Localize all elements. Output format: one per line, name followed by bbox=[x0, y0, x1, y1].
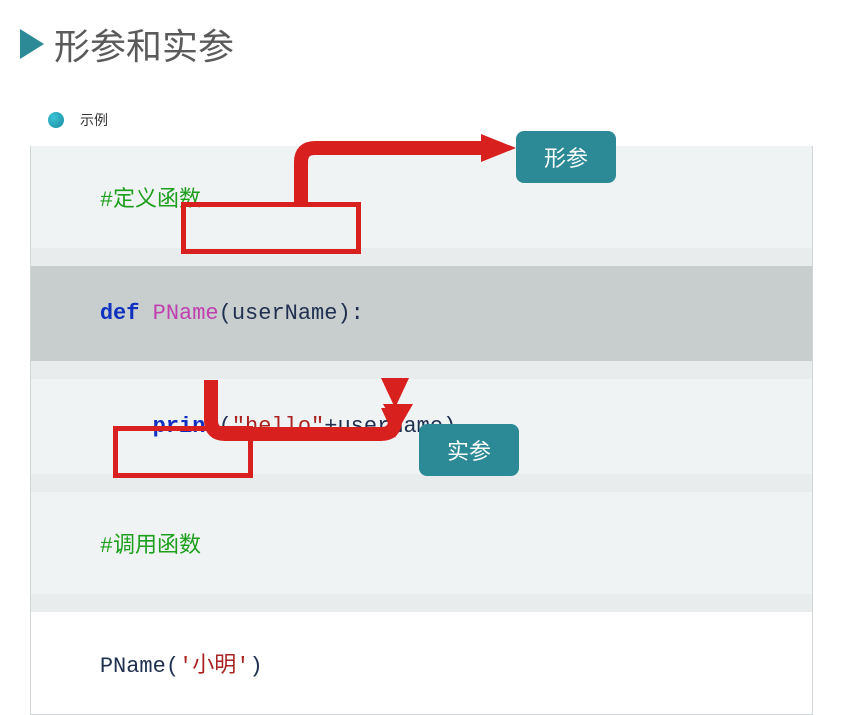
call-paren-close: ) bbox=[249, 654, 262, 679]
callout-actual-param: 实参 bbox=[419, 424, 519, 476]
bullet-dot-icon bbox=[48, 112, 64, 128]
paren-close: ) bbox=[337, 301, 350, 326]
subheader-label: 示例 bbox=[80, 110, 108, 130]
callout-label: 形参 bbox=[544, 146, 588, 171]
code-line-comment-call: #调用函数 bbox=[31, 492, 812, 594]
code-gap bbox=[31, 248, 812, 266]
code-gap bbox=[31, 361, 812, 379]
param-name: userName bbox=[232, 301, 338, 326]
slide-header: 形参和实参 bbox=[0, 0, 843, 80]
colon: : bbox=[351, 301, 364, 326]
triangle-icon bbox=[20, 29, 44, 59]
print-paren-open: ( bbox=[219, 414, 232, 439]
paren-open: ( bbox=[219, 301, 232, 326]
subheader: 示例 bbox=[0, 80, 843, 146]
call-name: PName bbox=[100, 654, 166, 679]
code-line-comment-define: #定义函数 bbox=[31, 146, 812, 248]
callout-formal-param: 形参 bbox=[516, 131, 616, 183]
indent bbox=[100, 414, 153, 439]
def-keyword: def bbox=[100, 301, 140, 326]
code-gap bbox=[31, 594, 812, 612]
slide-title: 形参和实参 bbox=[54, 18, 234, 70]
string-literal: "hello" bbox=[232, 414, 324, 439]
print-keyword: print bbox=[153, 414, 219, 439]
code-gap bbox=[31, 474, 812, 492]
func-name: PName bbox=[153, 301, 219, 326]
plus-op: + bbox=[324, 414, 337, 439]
comment-text: #定义函数 bbox=[100, 188, 201, 213]
call-paren-open: ( bbox=[166, 654, 179, 679]
call-arg: '小明' bbox=[179, 654, 249, 679]
code-block: #定义函数 def PName(userName): print("hello"… bbox=[30, 146, 813, 715]
code-line-def: def PName(userName): bbox=[31, 266, 812, 361]
code-line-call: PName('小明') bbox=[31, 612, 812, 714]
callout-label: 实参 bbox=[447, 439, 491, 464]
